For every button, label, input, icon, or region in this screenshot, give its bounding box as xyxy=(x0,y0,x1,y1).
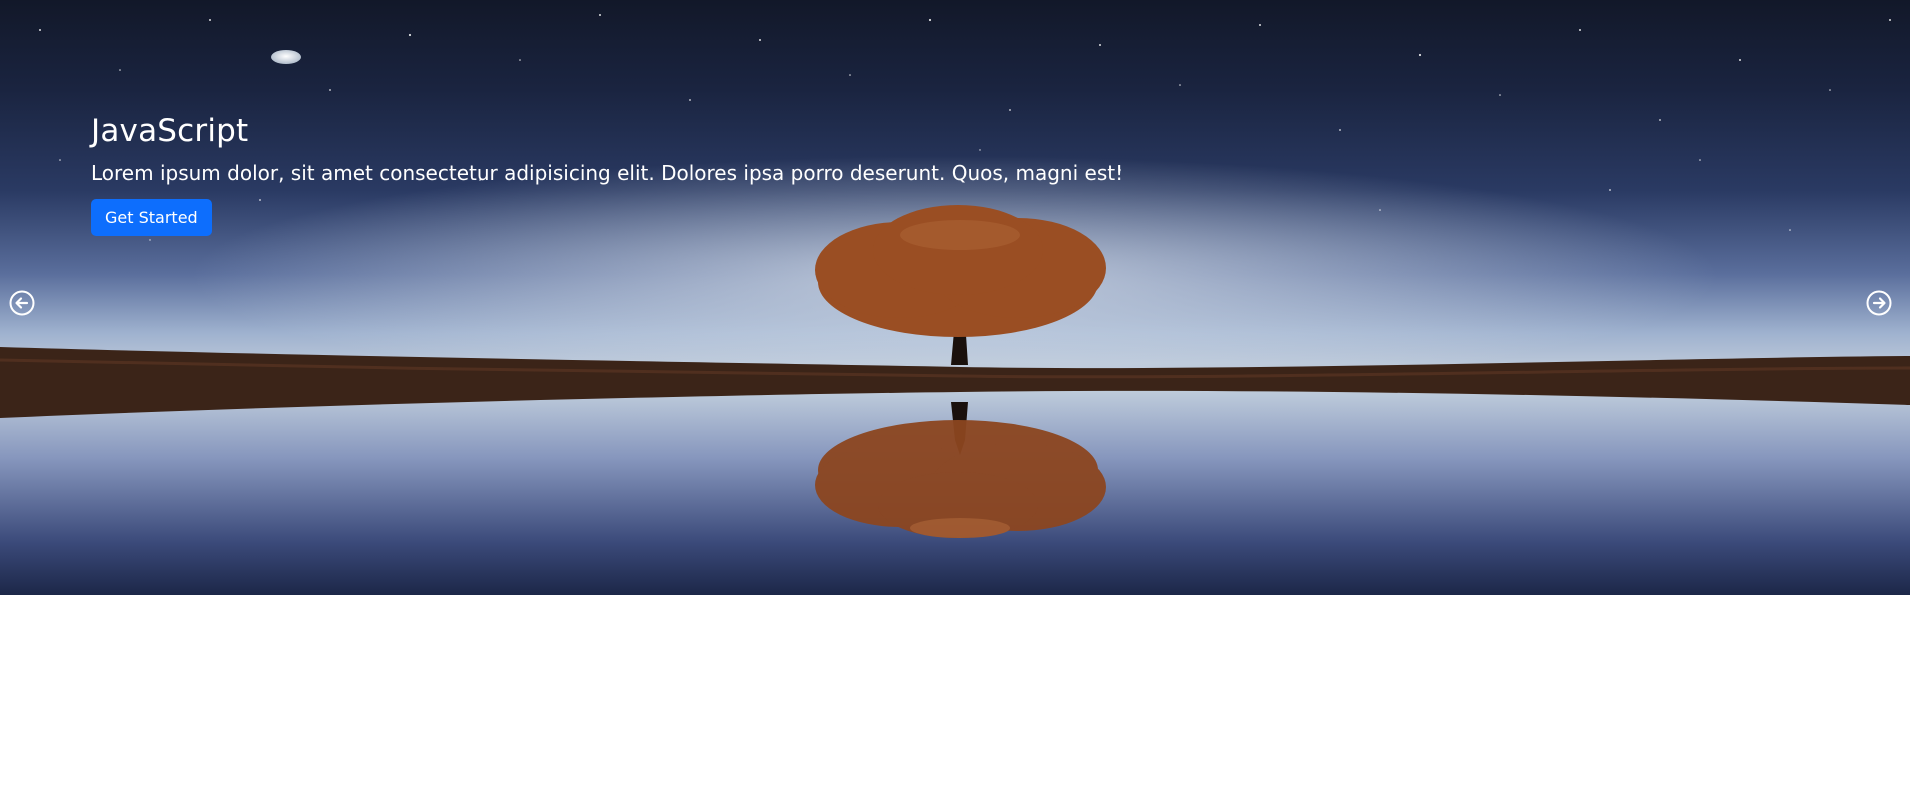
tree-reflection xyxy=(815,420,1106,538)
carousel-prev-button[interactable] xyxy=(9,290,35,316)
get-started-button[interactable]: Get Started xyxy=(91,199,212,236)
hero-title: JavaScript xyxy=(91,113,249,149)
page-body-empty xyxy=(0,595,1910,803)
hero-subtitle: Lorem ipsum dolor, sit amet consectetur … xyxy=(91,161,1124,185)
arrow-right-circle-icon xyxy=(1866,290,1892,316)
hero-caption: JavaScript Lorem ipsum dolor, sit amet c… xyxy=(91,107,1123,236)
moon xyxy=(271,50,301,64)
hero-background-image xyxy=(0,14,1910,595)
carousel-next-button[interactable] xyxy=(1866,290,1892,316)
hero-carousel: JavaScript Lorem ipsum dolor, sit amet c… xyxy=(0,0,1910,595)
arrow-left-circle-icon xyxy=(9,290,35,316)
